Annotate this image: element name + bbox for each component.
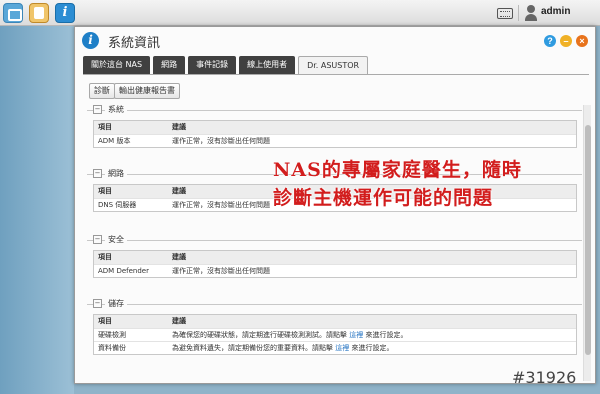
advice-cell: 為確保您的硬碟狀態，請定期進行硬碟檢測測試。請點擊 這裡 來進行設定。 xyxy=(170,329,576,341)
divider xyxy=(518,5,519,21)
advice-text-suffix: 來進行設定。 xyxy=(351,344,394,352)
desktop-background xyxy=(0,26,74,394)
advice-cell: 運作正常，沒有診斷出任何問題 xyxy=(172,137,270,145)
desktop-top-bar: i admin xyxy=(0,0,600,26)
close-button[interactable]: × xyxy=(576,35,588,47)
column-header-item: 項目 xyxy=(98,123,112,131)
section-table: 項目 建議 ADM 版本 運作正常，沒有診斷出任何問題 xyxy=(93,120,577,148)
collapse-toggle-icon[interactable]: − xyxy=(93,299,102,308)
section-table: 項目 建議 硬碟檢測 為確保您的硬碟狀態，請定期進行硬碟檢測測試。請點擊 這裡 … xyxy=(93,314,577,355)
collapse-toggle-icon[interactable]: − xyxy=(93,169,102,178)
export-report-button[interactable]: 輸出健康報告書 xyxy=(114,83,180,99)
tab-about-nas[interactable]: 關於這台 NAS xyxy=(83,56,151,74)
table-row: 硬碟檢測 為確保您的硬碟狀態，請定期進行硬碟檢測測試。請點擊 這裡 來進行設定。 xyxy=(94,328,576,341)
column-header-item: 項目 xyxy=(98,317,112,325)
scrollbar-thumb[interactable] xyxy=(585,125,591,355)
watermark: #31926 xyxy=(512,368,577,387)
table-header: 項目 建議 xyxy=(94,315,576,328)
settings-link[interactable]: 這裡 xyxy=(335,344,349,352)
section-security: − 安全 項目 建議 ADM Defender 運作正常，沒有診斷出任何問題 xyxy=(87,234,582,278)
table-row: ADM Defender 運作正常，沒有診斷出任何問題 xyxy=(94,264,576,277)
section-system: − 系統 項目 建議 ADM 版本 運作正常，沒有診斷出任何問題 xyxy=(87,105,582,148)
section-title: 網路 xyxy=(105,168,127,179)
minimize-button[interactable]: – xyxy=(560,35,572,47)
tab-online-users[interactable]: 線上使用者 xyxy=(239,56,296,74)
collapse-toggle-icon[interactable]: − xyxy=(93,105,102,114)
column-header-item: 項目 xyxy=(98,253,112,261)
promo-caption: NAS的專屬家庭醫生，隨時 診斷主機運作可能的問題 xyxy=(273,156,522,212)
tab-event-log[interactable]: 事件記錄 xyxy=(188,56,237,74)
diagnose-button[interactable]: 診斷 xyxy=(89,83,115,99)
section-storage: − 儲存 項目 建議 硬碟檢測 為確保您的硬碟狀態，請定期進行硬碟檢測測試。請點… xyxy=(87,298,582,355)
desktop-app-icon[interactable] xyxy=(3,3,23,23)
advice-text: 為避免資料遺失，請定期備份您的重要資料。請點擊 xyxy=(172,344,333,352)
section-title: 系統 xyxy=(105,105,127,115)
column-header-advice: 建議 xyxy=(172,123,186,131)
advice-cell: 為避免資料遺失，請定期備份您的重要資料。請點擊 這裡 來進行設定。 xyxy=(170,342,576,354)
settings-link[interactable]: 這裡 xyxy=(349,331,363,339)
info-icon: i xyxy=(82,32,99,49)
info-app-icon[interactable]: i xyxy=(55,3,75,23)
promo-caption-line-2: 診斷主機運作可能的問題 xyxy=(273,187,494,209)
item-cell: 資料備份 xyxy=(98,344,126,352)
tab-network[interactable]: 網路 xyxy=(153,56,186,74)
window-title: 系統資訊 xyxy=(108,36,161,51)
tab-underline xyxy=(83,74,589,75)
table-row: 資料備份 為避免資料遺失，請定期備份您的重要資料。請點擊 這裡 來進行設定。 xyxy=(94,341,576,354)
section-title: 安全 xyxy=(105,234,127,245)
section-table: 項目 建議 ADM Defender 運作正常，沒有診斷出任何問題 xyxy=(93,250,577,278)
table-header: 項目 建議 xyxy=(94,251,576,264)
collapse-toggle-icon[interactable]: − xyxy=(93,235,102,244)
item-cell: DNS 伺服器 xyxy=(98,201,137,209)
diagnosis-panel: − 系統 項目 建議 ADM 版本 運作正常，沒有診斷出任何問題 − 網路 項目… xyxy=(87,105,582,381)
window-titlebar[interactable]: i 系統資訊 ? – × xyxy=(75,27,595,55)
section-title: 儲存 xyxy=(105,298,127,309)
promo-caption-line-1: NAS的專屬家庭醫生，隨時 xyxy=(273,159,522,181)
user-icon[interactable] xyxy=(524,5,538,21)
keyboard-icon[interactable] xyxy=(497,8,513,19)
tab-dr-asustor[interactable]: Dr. ASUSTOR xyxy=(298,56,369,74)
help-button[interactable]: ? xyxy=(544,35,556,47)
table-header: 項目 建議 xyxy=(94,121,576,134)
item-cell: ADM 版本 xyxy=(98,137,131,145)
column-header-advice: 建議 xyxy=(172,317,186,325)
vertical-scrollbar[interactable] xyxy=(583,105,591,381)
item-cell: 硬碟檢測 xyxy=(98,331,126,339)
advice-text-suffix: 來進行設定。 xyxy=(365,331,408,339)
column-header-advice: 建議 xyxy=(172,253,186,261)
item-cell: ADM Defender xyxy=(98,267,149,275)
advice-text: 為確保您的硬碟狀態，請定期進行硬碟檢測測試。請點擊 xyxy=(172,331,347,339)
username[interactable]: admin xyxy=(541,6,570,17)
tab-bar: 關於這台 NAS 網路 事件記錄 線上使用者 Dr. ASUSTOR xyxy=(83,56,371,74)
column-header-item: 項目 xyxy=(98,187,112,195)
table-row: ADM 版本 運作正常，沒有診斷出任何問題 xyxy=(94,134,576,147)
file-app-icon[interactable] xyxy=(29,3,49,23)
advice-cell: 運作正常，沒有診斷出任何問題 xyxy=(172,267,270,275)
